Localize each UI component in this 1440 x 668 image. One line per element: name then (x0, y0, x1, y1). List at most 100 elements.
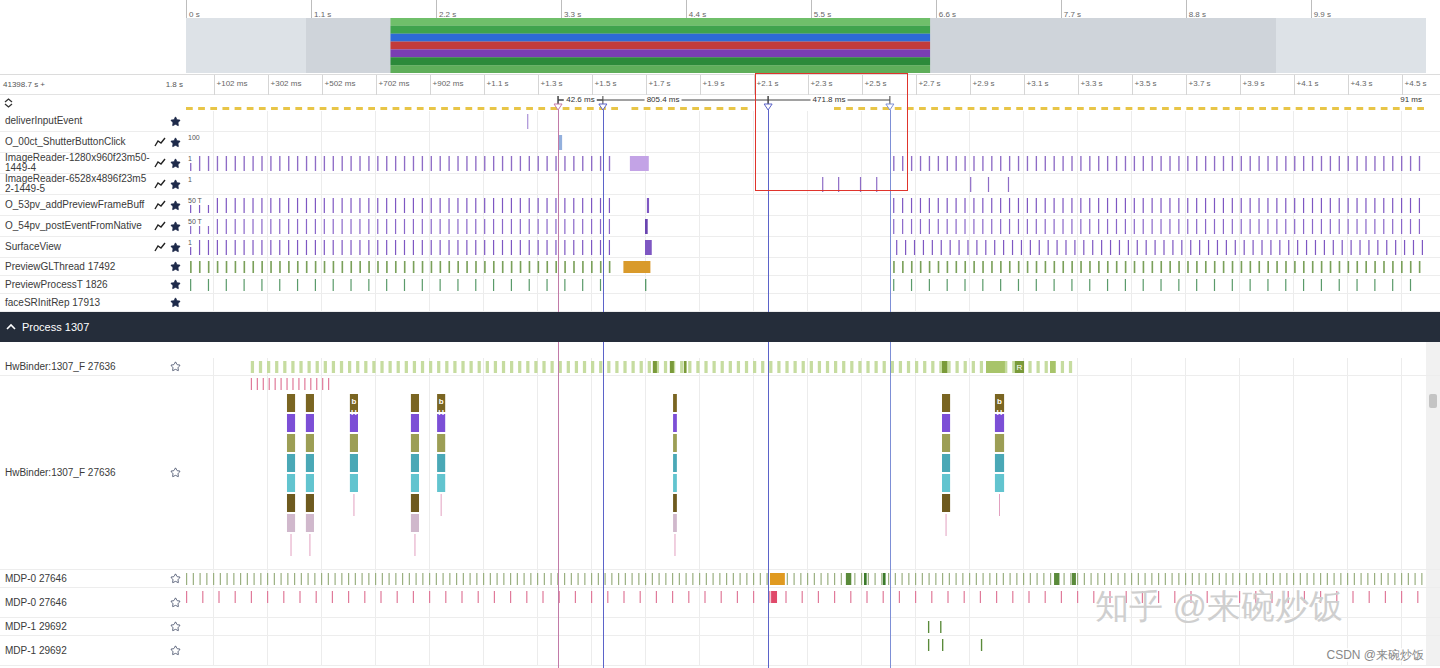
slice (807, 573, 808, 585)
slice (653, 361, 657, 373)
track-label[interactable]: ImageReader-1280x960f23m50-1449-4 (0, 153, 186, 173)
graph-icon[interactable] (154, 137, 166, 147)
star-icon[interactable] (170, 200, 181, 211)
star-icon[interactable] (170, 179, 181, 190)
star-icon[interactable] (170, 261, 181, 272)
graph-icon[interactable] (154, 158, 166, 168)
track-label[interactable]: HwBinder:1307_F 27636 (0, 358, 186, 375)
track-canvas[interactable] (186, 276, 1426, 293)
track-label[interactable]: SurfaceView (0, 237, 186, 257)
track-label[interactable]: PreviewGLThread 17492 (0, 258, 186, 275)
slice (1401, 156, 1402, 171)
slice (275, 361, 278, 373)
star-icon[interactable] (170, 242, 181, 253)
star-icon[interactable] (170, 221, 181, 232)
track-canvas[interactable] (186, 294, 1426, 311)
slice (1062, 219, 1063, 234)
track-label[interactable]: PreviewProcessT 1826 (0, 276, 186, 293)
slice (688, 591, 689, 603)
dash (1417, 107, 1424, 110)
star-icon[interactable] (170, 597, 181, 608)
track-label[interactable]: faceSRInitRep 17913 (0, 294, 186, 311)
track-canvas[interactable]: 1 (186, 237, 1426, 257)
chevron-icon[interactable] (6, 323, 16, 331)
track-label[interactable]: HwBinder:1307_F 27636 (0, 376, 186, 569)
track-label[interactable]: O_54pv_postEventFromNative (0, 216, 186, 236)
track-canvas[interactable]: 50 T (186, 216, 1426, 236)
collapse-all-icon[interactable] (4, 97, 13, 109)
track-canvas[interactable]: 1 (186, 174, 1426, 194)
slice (413, 240, 414, 255)
overview-heatmap[interactable] (186, 18, 1426, 73)
track-canvas[interactable]: 1 (186, 153, 1426, 173)
star-icon[interactable] (170, 137, 181, 148)
track-canvas[interactable]: 50 T (186, 195, 1426, 215)
slice (1056, 240, 1057, 255)
track-canvas[interactable]: 100 (186, 132, 1426, 152)
selection-box[interactable] (755, 73, 908, 191)
track-label[interactable]: MDP-1 29692 (0, 636, 186, 665)
slice (1205, 261, 1207, 273)
track-label[interactable]: MDP-0 27646 (0, 570, 186, 587)
star-icon[interactable] (170, 645, 181, 656)
slice (1016, 573, 1017, 585)
slice (1045, 591, 1046, 603)
track-label[interactable]: ImageReader-6528x4896f23m52-1449-5 (0, 174, 186, 194)
slice (632, 573, 633, 585)
slice (737, 361, 740, 373)
dash (1320, 107, 1327, 110)
graph-icon[interactable] (154, 221, 166, 231)
star-icon[interactable] (170, 621, 181, 632)
star-icon[interactable] (170, 158, 181, 169)
track-canvas[interactable] (186, 636, 1426, 665)
marker-row[interactable]: 805.4 ms42.6 ms471.8 ms91 ms (0, 95, 1440, 111)
track-canvas[interactable] (186, 111, 1426, 131)
slice (359, 261, 361, 273)
star-icon[interactable] (170, 297, 181, 308)
slice (841, 573, 842, 585)
process-header[interactable]: Process 1307 (0, 312, 1440, 342)
slice (235, 261, 237, 273)
track-canvas[interactable] (186, 258, 1426, 275)
slice (591, 361, 594, 373)
graph-icon[interactable] (154, 200, 166, 210)
track-label[interactable]: MDP-0 27646 (0, 588, 186, 617)
slice (914, 240, 915, 255)
slice (1333, 240, 1334, 255)
slice (972, 361, 975, 373)
track-label[interactable]: O_00ct_ShutterButtonClick (0, 132, 186, 152)
star-icon[interactable] (170, 573, 181, 584)
slice (907, 361, 910, 373)
slice (777, 361, 780, 373)
track-label[interactable]: MDP-1 29692 (0, 618, 186, 635)
track-canvas[interactable]: bHbHbH (186, 376, 1426, 569)
time-ruler[interactable]: 41398.7 s +1.8 s+102 ms+302 ms+502 ms+70… (0, 75, 1440, 95)
graph-icon[interactable] (154, 179, 166, 189)
track-canvas[interactable] (186, 570, 1426, 587)
slice (199, 156, 200, 171)
slice (1356, 219, 1357, 234)
slice (988, 177, 989, 192)
slice (332, 361, 335, 373)
overview[interactable]: 0 s1.1 s2.2 s3.3 s4.4 s5.5 s6.6 s7.7 s8.… (0, 0, 1440, 75)
slice (1187, 261, 1189, 273)
slice (931, 591, 932, 603)
slice (911, 156, 912, 171)
star-icon[interactable] (170, 467, 181, 478)
dash (247, 107, 254, 110)
slice (538, 261, 540, 273)
star-icon[interactable] (170, 361, 181, 372)
track-canvas[interactable]: R (186, 358, 1426, 375)
slice (257, 378, 258, 390)
slice (575, 591, 576, 603)
star-icon[interactable] (170, 116, 181, 127)
ruler-tick: +3.5 s (1135, 79, 1157, 89)
slice (928, 639, 929, 651)
graph-icon[interactable] (154, 242, 166, 252)
track-label[interactable]: O_53pv_addPreviewFrameBuff (0, 195, 186, 215)
slice (297, 240, 298, 255)
track-name: ImageReader-1280x960f23m50-1449-4 (5, 153, 150, 173)
track-label[interactable]: deliverInputEvent (0, 111, 186, 131)
scrollbar-thumb[interactable] (1429, 394, 1437, 408)
star-icon[interactable] (170, 279, 181, 290)
